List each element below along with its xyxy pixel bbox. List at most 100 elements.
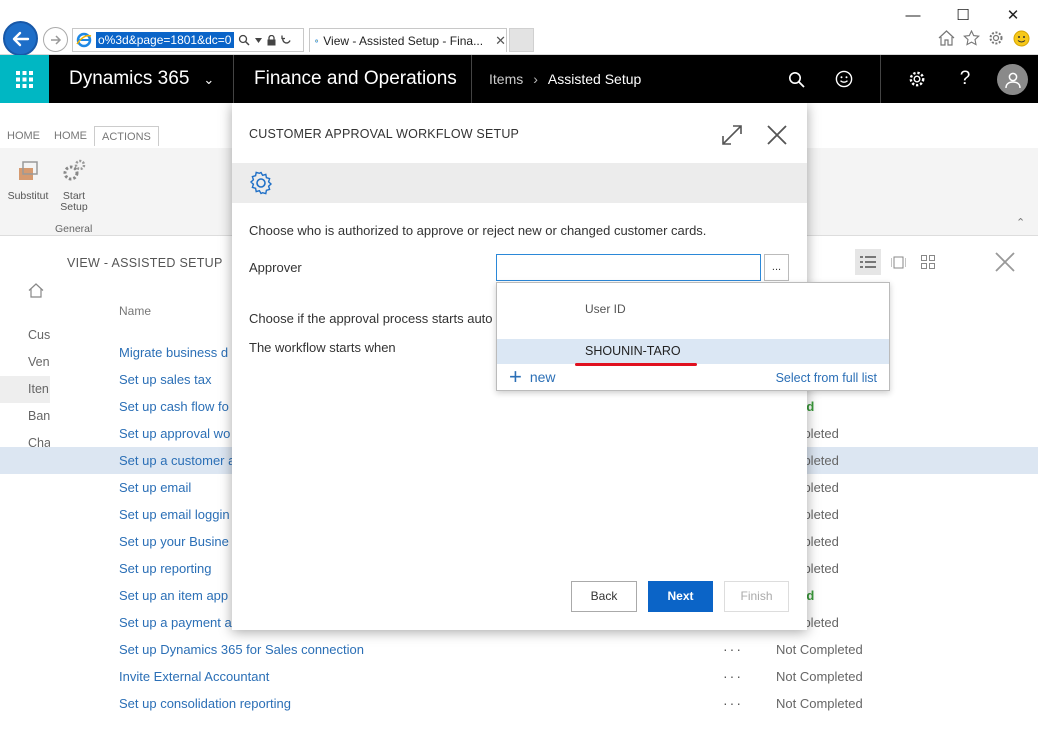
waffle-icon [16, 70, 33, 88]
browser-back-button[interactable] [3, 21, 38, 56]
approver-label: Approver [249, 260, 302, 275]
table-row[interactable]: Set up consolidation reporting ··· Not Com… [0, 690, 1038, 717]
refresh-icon[interactable] [281, 35, 292, 46]
window-controls: — ☐ ✕ [888, 0, 1038, 30]
app-launcher-button[interactable] [0, 55, 49, 103]
ribbon-tab-actions[interactable]: ACTIONS [94, 126, 159, 146]
substitute-button[interactable]: Substitut [6, 158, 50, 202]
approver-input[interactable] [496, 254, 761, 281]
browser-tab[interactable]: View - Assisted Setup - Fina... ✕ [309, 28, 507, 52]
row-name[interactable]: Set up reporting [119, 555, 212, 582]
user-icon [1004, 72, 1021, 88]
minimize-button[interactable]: — [898, 7, 928, 24]
row-name[interactable]: Set up a customer a [119, 447, 235, 474]
approver-lookup-button[interactable]: ... [764, 254, 789, 281]
lock-icon[interactable] [267, 34, 276, 46]
back-button[interactable]: Back [571, 581, 637, 612]
column-header-name[interactable]: Name [119, 304, 151, 318]
feedback-smiley-icon[interactable] [1012, 29, 1030, 47]
dropdown-arrow-icon[interactable] [255, 37, 262, 43]
plus-icon: + [509, 364, 522, 389]
address-url[interactable]: o%3d&page=1801&dc=0 [96, 32, 234, 48]
breadcrumb-separator: › [533, 71, 538, 87]
row-name[interactable]: Migrate business d [119, 339, 228, 366]
row-name[interactable]: Set up email loggin [119, 501, 230, 528]
substitute-label: Substitut [7, 190, 49, 202]
table-row[interactable]: Invite External Accountant ··· Not Complet… [0, 663, 1038, 690]
ie-logo-icon [76, 32, 92, 48]
row-name[interactable]: Set up sales tax [119, 366, 212, 393]
row-name[interactable]: Invite External Accountant [119, 663, 269, 690]
card-view-icon[interactable] [885, 249, 911, 275]
new-user-button[interactable]: + new [509, 364, 556, 389]
new-label: new [529, 369, 556, 385]
row-name[interactable]: Set up approval wo [119, 420, 230, 447]
row-name[interactable]: Set up Dynamics 365 for Sales connection [119, 636, 364, 663]
avatar[interactable] [997, 64, 1028, 95]
feedback-button[interactable] [829, 55, 859, 103]
row-name[interactable]: Set up a payment a [119, 609, 232, 636]
arrow-right-icon [50, 34, 61, 45]
page-close-icon[interactable] [994, 251, 1016, 273]
substitute-icon [19, 161, 38, 180]
collapse-ribbon-icon[interactable]: ⌃ [1016, 216, 1025, 229]
settings-gear-icon[interactable] [987, 29, 1005, 47]
next-button[interactable]: Next [648, 581, 713, 612]
gear-icon [249, 171, 273, 195]
list-view-icon[interactable] [855, 249, 881, 275]
close-icon[interactable] [765, 123, 789, 147]
row-status: Not Completed [776, 669, 863, 684]
gears-icon [63, 159, 86, 181]
row-name[interactable]: Set up consolidation reporting [119, 690, 291, 717]
search-icon[interactable] [238, 34, 250, 46]
tab-title: View - Assisted Setup - Fina... [323, 33, 484, 48]
row-name[interactable]: Set up cash flow fo [119, 393, 229, 420]
maximize-button[interactable]: ☐ [948, 6, 978, 24]
help-button[interactable]: ? [950, 55, 980, 103]
page-title: VIEW - ASSISTED SETUP [67, 256, 223, 270]
breadcrumb: Items › Assisted Setup [489, 55, 641, 103]
gear-icon [909, 71, 925, 87]
approval-start-text: Choose if the approval process starts au… [249, 311, 493, 326]
row-more-options[interactable]: ··· [723, 636, 743, 663]
approver-lookup-dropdown: User ID SHOUNIN-TARO + new Select from f… [496, 282, 890, 391]
search-icon [788, 71, 805, 88]
tab-close-icon[interactable]: ✕ [495, 33, 506, 49]
home-icon[interactable] [937, 29, 955, 47]
row-status: Not Completed [776, 696, 863, 711]
select-from-full-list-link[interactable]: Select from full list [776, 371, 877, 385]
address-bar[interactable]: o%3d&page=1801&dc=0 [72, 28, 304, 52]
lookup-row[interactable]: SHOUNIN-TARO [497, 339, 889, 366]
home-icon[interactable] [28, 283, 44, 298]
search-button[interactable] [781, 55, 811, 103]
ribbon-tab-home-1[interactable]: HOME [0, 126, 47, 146]
expand-icon[interactable] [720, 123, 744, 147]
row-status: Not Completed [776, 642, 863, 657]
top-navbar: Dynamics 365 ⌄ Finance and Operations Ite… [0, 55, 1038, 103]
ribbon-group-label: General [55, 223, 93, 235]
row-more-options[interactable]: ··· [723, 663, 743, 690]
start-setup-button[interactable]: Start Setup [56, 158, 92, 213]
row-name[interactable]: Set up email [119, 474, 191, 501]
finish-button[interactable]: Finish [724, 581, 789, 612]
tile-view-icon[interactable] [915, 249, 941, 275]
row-more-options[interactable]: ··· [723, 690, 743, 717]
breadcrumb-items[interactable]: Items [489, 71, 523, 87]
row-name[interactable]: Set up your Busine [119, 528, 229, 555]
ribbon-tab-home-2[interactable]: HOME [47, 126, 94, 146]
table-row[interactable]: Set up Dynamics 365 for Sales connection… [0, 636, 1038, 663]
breadcrumb-current: Assisted Setup [547, 71, 642, 87]
dialog-description: Choose who is authorized to approve or r… [249, 223, 707, 238]
new-tab-button[interactable] [509, 28, 534, 52]
dialog-banner [232, 163, 807, 203]
settings-button[interactable] [902, 55, 932, 103]
view-switcher [855, 249, 941, 275]
brand-switcher[interactable]: Dynamics 365 ⌄ [69, 55, 214, 103]
window-close-button[interactable]: ✕ [998, 6, 1028, 24]
red-underline-annotation [575, 363, 697, 366]
row-name[interactable]: Set up an item app [119, 582, 228, 609]
favorites-star-icon[interactable] [962, 29, 980, 47]
browser-forward-button[interactable] [43, 27, 68, 52]
user-id-column-header: User ID [585, 302, 626, 316]
lookup-user-id[interactable]: SHOUNIN-TARO [585, 344, 681, 358]
